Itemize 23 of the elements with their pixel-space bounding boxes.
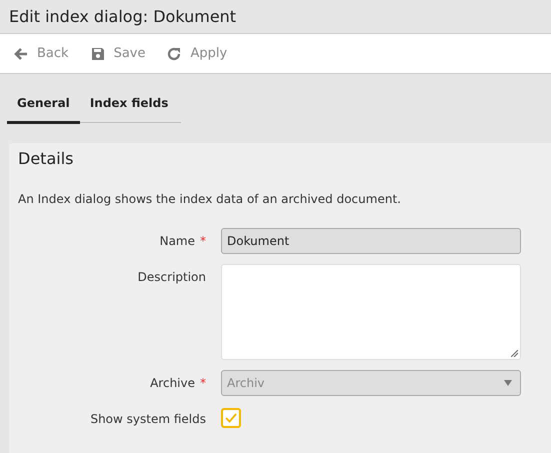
checkbox[interactable] [221,408,241,428]
arrow-left-icon [14,46,28,60]
tab[interactable]: Index fields [80,90,178,124]
dropdown-caret-icon [504,380,512,386]
field-label: Name [160,234,195,248]
archive-dropdown[interactable]: Archiv [221,370,521,396]
panel-title: Details [18,149,74,168]
back-button[interactable]: Back [12,42,71,65]
checkmark-icon [225,413,237,423]
description-field[interactable] [221,264,521,360]
refresh-icon [167,46,182,60]
description-text: An Index dialog shows the index data of an archived document. [18,192,402,206]
window-title: Edit index dialog: Dokument [9,7,236,26]
field-label: Show system fields [90,412,206,426]
apply-button[interactable]: Apply [165,42,230,65]
name-field[interactable]: Dokument [221,228,521,254]
resize-grip-icon [511,350,518,357]
tab[interactable]: General [7,90,80,124]
field-label: Description [138,270,206,284]
required-mark: * [200,234,206,248]
save-button[interactable]: Save [88,42,148,65]
required-mark: * [200,376,206,390]
field-label: Archive [150,376,195,390]
